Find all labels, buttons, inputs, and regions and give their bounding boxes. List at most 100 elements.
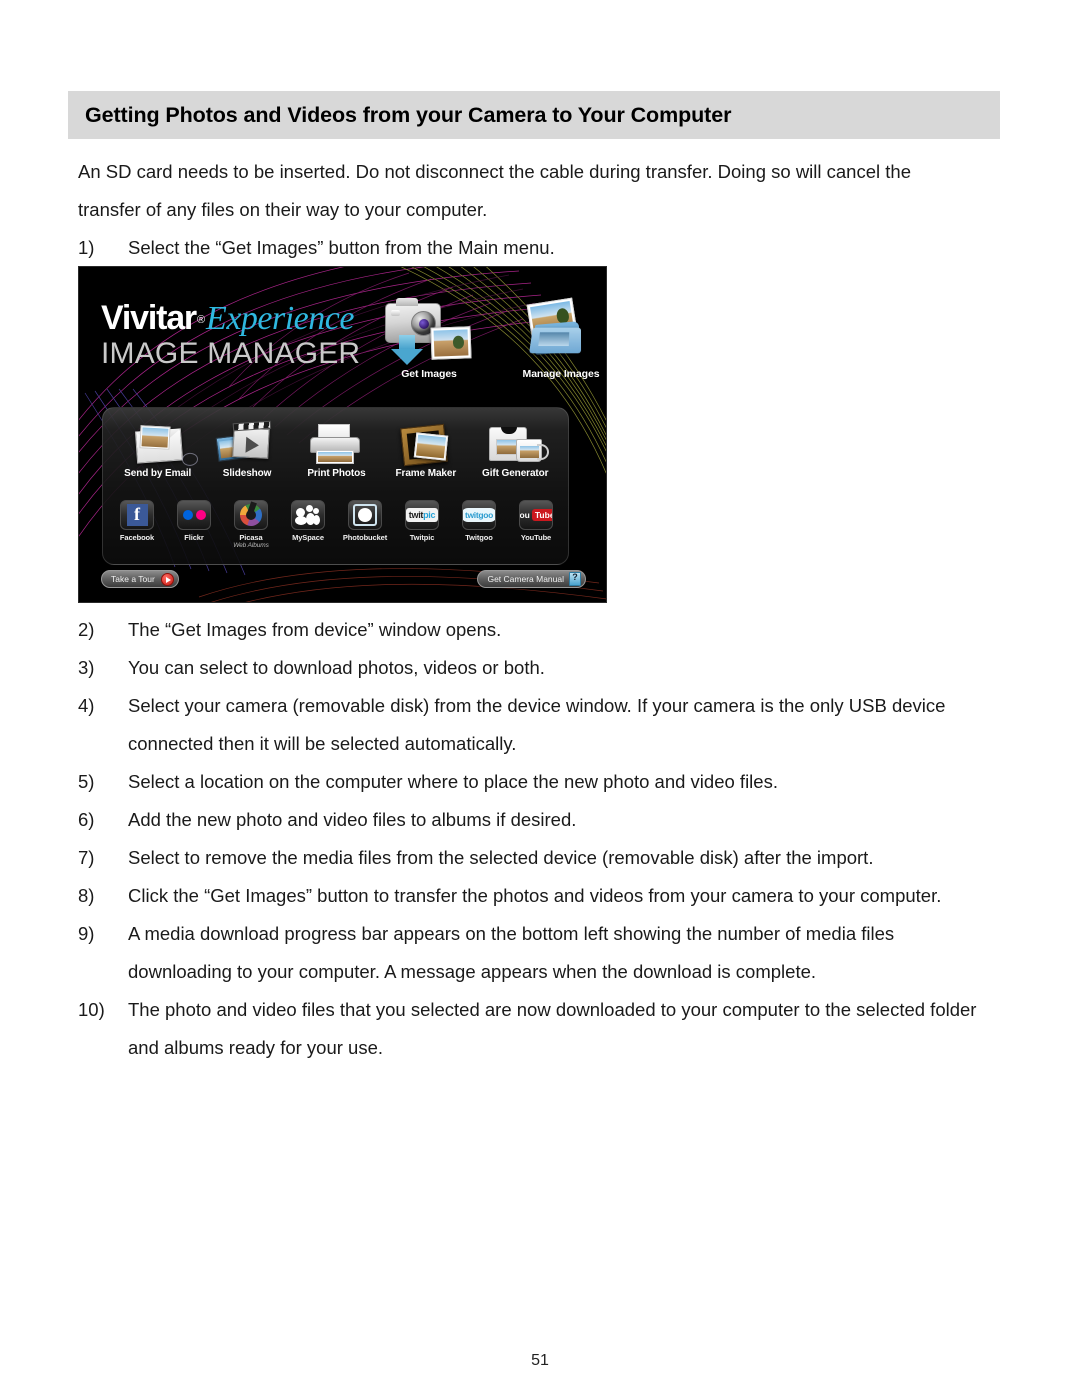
list-item-number: 8): [78, 885, 95, 906]
document-page: Getting Photos and Videos from your Came…: [0, 0, 1080, 1397]
download-arrow-head-icon: [391, 349, 423, 365]
flickr-label: Flickr: [184, 533, 204, 542]
take-a-tour-button[interactable]: Take a Tour: [101, 570, 179, 588]
list-item-number: 2): [78, 619, 95, 640]
app-logo: Vivitar®Experience IMAGE MANAGER: [101, 301, 360, 370]
picasa-label: Picasa: [239, 533, 263, 542]
registered-mark-icon: ®: [196, 313, 206, 326]
flickr-button[interactable]: Flickr: [168, 500, 220, 549]
envelope-photo-icon: [114, 424, 202, 467]
steps-list-part2: 2) The “Get Images from device” window o…: [78, 611, 998, 1067]
frame-maker-label: Frame Maker: [395, 468, 457, 479]
list-item-text: Add the new photo and video files to alb…: [128, 809, 577, 830]
logo-product-name: Experience: [206, 300, 354, 337]
get-camera-manual-button[interactable]: Get Camera Manual: [477, 570, 586, 588]
list-item: 1) Select the “Get Images” button from t…: [78, 229, 998, 267]
facebook-icon: f: [120, 500, 154, 530]
frame-maker-button[interactable]: Frame Maker: [382, 423, 470, 479]
take-a-tour-label: Take a Tour: [111, 574, 155, 584]
youtube-label: YouTube: [520, 533, 552, 542]
list-item: 9) A media download progress bar appears…: [78, 915, 998, 991]
facebook-button[interactable]: f Facebook: [111, 500, 163, 549]
twitpic-icon: twitpic: [405, 500, 439, 530]
tools-row: Send by Email Slideshow Print Photos Fra…: [113, 423, 560, 479]
page-title: Getting Photos and Videos from your Came…: [85, 102, 732, 127]
myspace-people-glyph: [295, 504, 321, 526]
frame-photo-icon: [413, 432, 449, 461]
send-by-email-label: Send by Email: [124, 468, 192, 479]
facebook-f-glyph: f: [126, 504, 148, 526]
logo-wordmark: Vivitar®Experience: [101, 301, 360, 336]
list-item-number: 5): [78, 771, 95, 792]
twitgoo-button[interactable]: twitgoo Twitgoo: [453, 500, 505, 549]
flickr-icon: [177, 500, 211, 530]
gift-generator-button[interactable]: Gift Generator: [471, 424, 559, 479]
myspace-button[interactable]: MySpace: [282, 500, 334, 549]
print-photos-label: Print Photos: [307, 468, 366, 479]
slideshow-button[interactable]: Slideshow: [203, 424, 291, 479]
print-photos-button[interactable]: Print Photos: [292, 424, 380, 479]
list-item-number: 1): [78, 237, 95, 258]
list-item: 6) Add the new photo and video files to …: [78, 801, 998, 839]
folder-front-icon: [529, 327, 582, 354]
get-camera-manual-label: Get Camera Manual: [487, 574, 564, 584]
postmark-icon: [181, 452, 199, 467]
intro-paragraph: An SD card needs to be inserted. Do not …: [78, 161, 911, 220]
picasa-wheel-glyph: [240, 504, 262, 526]
list-item-text: A media download progress bar appears on…: [128, 923, 895, 982]
list-item: 4) Select your camera (removable disk) f…: [78, 687, 998, 763]
get-images-button[interactable]: Get Images: [379, 298, 479, 380]
camera-download-icon: [379, 298, 479, 367]
steps-list-part1: 1) Select the “Get Images” button from t…: [78, 229, 998, 267]
youtube-button[interactable]: You Tube YouTube: [510, 500, 562, 549]
camera-flash-icon: [391, 310, 400, 316]
list-item-number: 4): [78, 695, 95, 716]
manage-images-label: Manage Images: [522, 368, 600, 380]
section-heading-bar: Getting Photos and Videos from your Came…: [68, 91, 1000, 139]
picasa-icon: [234, 500, 268, 530]
send-by-email-button[interactable]: Send by Email: [114, 424, 202, 479]
facebook-label: Facebook: [119, 533, 155, 542]
social-services-row: f Facebook Flickr Picasa Web Albums MySp…: [111, 500, 562, 549]
twitpic-button[interactable]: twitpic Twitpic: [396, 500, 448, 549]
get-images-label: Get Images: [401, 368, 457, 380]
list-item-number: 3): [78, 657, 95, 678]
photo-thumbnail-icon: [430, 326, 472, 360]
list-item-text: Select a location on the computer where …: [128, 771, 778, 792]
list-item-number: 9): [78, 923, 95, 944]
list-item-text: Select the “Get Images” button from the …: [128, 237, 555, 258]
logo-subtitle: IMAGE MANAGER: [101, 337, 361, 370]
photobucket-button[interactable]: Photobucket: [339, 500, 391, 549]
shirt-mug-icon: [471, 424, 559, 466]
picasa-button[interactable]: Picasa Web Albums: [225, 500, 277, 549]
photo-folder-icon: [511, 297, 606, 367]
list-item-number: 7): [78, 847, 95, 868]
twitgoo-wordmark: twitgoo: [463, 508, 495, 522]
envelope-photo-thumb-icon: [139, 425, 171, 450]
list-item-number: 6): [78, 809, 95, 830]
printer-icon: [292, 424, 380, 466]
play-badge-icon: [160, 572, 174, 586]
twitgoo-label: Twitgoo: [465, 533, 493, 542]
twitgoo-icon: twitgoo: [462, 500, 496, 530]
list-item-text: The “Get Images from device” window open…: [128, 619, 502, 640]
picture-frame-icon: [382, 423, 470, 467]
logo-brand-name: Vivitar: [101, 299, 197, 337]
primary-actions: Get Images Manage Images: [379, 297, 606, 380]
twitpic-first: twit: [408, 510, 424, 520]
slideshow-label: Slideshow: [222, 468, 272, 479]
twitpic-wordmark: twitpic: [406, 508, 438, 522]
list-item: 10) The photo and video files that you s…: [78, 991, 998, 1067]
list-item: 2) The “Get Images from device” window o…: [78, 611, 998, 649]
twitpic-label: Twitpic: [409, 533, 435, 542]
photobucket-label: Photobucket: [342, 533, 388, 542]
list-item: 3) You can select to download photos, vi…: [78, 649, 998, 687]
list-item-text: Select to remove the media files from th…: [128, 847, 874, 868]
clapperboard-icon: [232, 427, 270, 459]
tools-panel: Send by Email Slideshow Print Photos Fra…: [102, 407, 569, 565]
manual-badge-icon: [569, 572, 581, 586]
manage-images-button[interactable]: Manage Images: [511, 297, 606, 380]
list-item-text: You can select to download photos, video…: [128, 657, 545, 678]
youtube-tube-text: Tube: [531, 509, 552, 521]
youtube-icon: You Tube: [519, 500, 553, 530]
